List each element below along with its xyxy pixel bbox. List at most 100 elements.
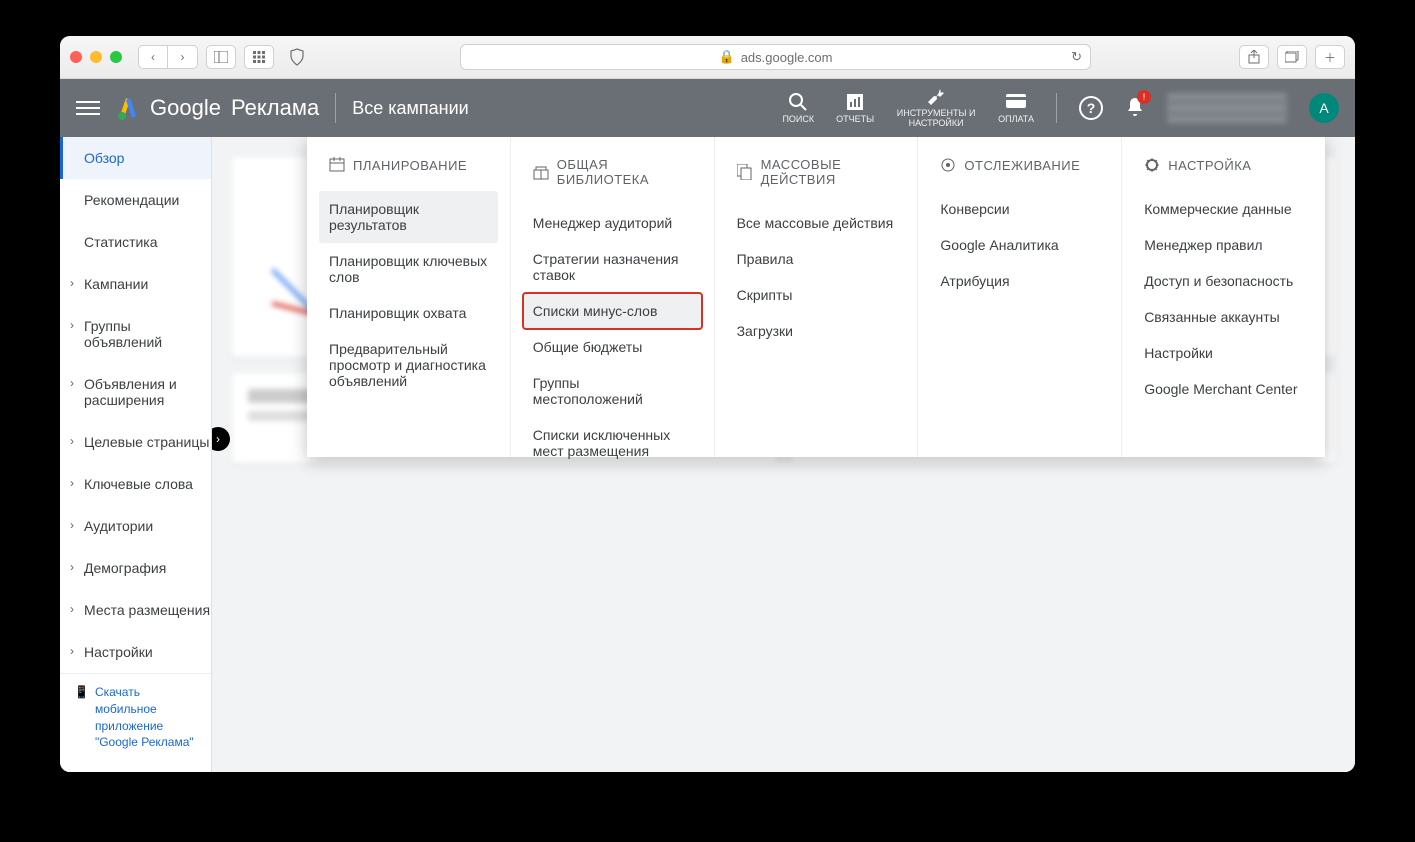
page-title: Все кампании <box>352 98 468 119</box>
maximize-window-button[interactable] <box>110 51 122 63</box>
mega-column-icon <box>940 157 956 173</box>
safari-toolbar: ‹ › 🔒 ads.google.com ↻ <box>60 36 1355 79</box>
header-tools: ПОИСК ОТЧЕТЫ ИНСТРУМЕНТЫ И НАСТРОЙКИ ОПЛ… <box>782 87 1339 129</box>
download-app-text: Скачать мобильное приложение "Google Рек… <box>95 684 197 751</box>
brand-logo[interactable]: Google Реклама <box>116 95 319 121</box>
sidebar-toggle-button[interactable] <box>206 45 236 69</box>
mega-column-icon <box>533 164 549 180</box>
mega-column-2: МАССОВЫЕ ДЕЙСТВИЯВсе массовые действияПр… <box>715 137 919 457</box>
mega-column-header: ОТСЛЕЖИВАНИЕ <box>930 157 1109 191</box>
sidebar-icon <box>214 51 228 63</box>
mega-column-header: МАССОВЫЕ ДЕЙСТВИЯ <box>727 157 906 205</box>
url-host: ads.google.com <box>741 50 833 65</box>
mega-item-2-3[interactable]: Загрузки <box>727 313 906 349</box>
close-window-button[interactable] <box>70 51 82 63</box>
divider <box>1056 93 1057 123</box>
account-avatar[interactable]: А <box>1309 93 1339 123</box>
sidebar-item-4[interactable]: Группы объявлений <box>60 305 211 363</box>
mega-item-0-3[interactable]: Предварительный просмотр и диагностика о… <box>319 331 498 399</box>
mega-column-header: ОБЩАЯ БИБЛИОТЕКА <box>523 157 702 205</box>
mega-item-0-0[interactable]: Планировщик результатов <box>319 191 498 243</box>
notification-badge: ! <box>1137 90 1151 104</box>
new-tab-button[interactable]: ＋ <box>1315 45 1345 69</box>
download-app-link[interactable]: 📱 Скачать мобильное приложение "Google Р… <box>60 673 211 761</box>
grid-apps-button[interactable] <box>244 45 274 69</box>
mega-item-1-3[interactable]: Общие бюджеты <box>523 329 702 365</box>
mega-column-icon <box>329 157 345 173</box>
mega-column-icon <box>737 164 753 180</box>
sidebar-item-8[interactable]: Аудитории <box>60 505 211 547</box>
mega-item-1-1[interactable]: Стратегии назначения ставок <box>523 241 702 293</box>
mega-item-4-1[interactable]: Менеджер правил <box>1134 227 1313 263</box>
window-controls <box>70 51 122 63</box>
mega-item-1-5[interactable]: Списки исключенных мест размещения <box>523 417 702 469</box>
lock-icon: 🔒 <box>719 49 735 65</box>
main-panel: › +21,5 % <box>212 137 1355 772</box>
mega-column-0: ПЛАНИРОВАНИЕПланировщик результатовПлани… <box>307 137 511 457</box>
mega-column-icon <box>1144 157 1160 173</box>
card-icon <box>1006 92 1026 112</box>
mega-item-3-1[interactable]: Google Аналитика <box>930 227 1109 263</box>
left-sidebar: ОбзорРекомендацииСтатистикаКампанииГрупп… <box>60 137 212 772</box>
grid-icon <box>253 51 265 63</box>
sidebar-item-6[interactable]: Целевые страницы <box>60 421 211 463</box>
mega-item-2-1[interactable]: Правила <box>727 241 906 277</box>
mega-item-2-0[interactable]: Все массовые действия <box>727 205 906 241</box>
sidebar-item-1[interactable]: Рекомендации <box>60 179 211 221</box>
tabs-button[interactable] <box>1277 45 1307 69</box>
phone-download-icon: 📱 <box>74 684 89 751</box>
browser-window: ‹ › 🔒 ads.google.com ↻ <box>60 36 1355 772</box>
help-button[interactable]: ? <box>1079 96 1103 120</box>
sidebar-item-7[interactable]: Ключевые слова <box>60 463 211 505</box>
mega-column-4: НАСТРОЙКАКоммерческие данныеМенеджер пра… <box>1122 137 1325 457</box>
mega-item-1-4[interactable]: Группы местоположений <box>523 365 702 417</box>
main-menu-button[interactable] <box>76 96 100 120</box>
share-button[interactable] <box>1239 45 1269 69</box>
mega-item-3-0[interactable]: Конверсии <box>930 191 1109 227</box>
mega-item-2-2[interactable]: Скрипты <box>727 277 906 313</box>
mega-item-0-2[interactable]: Планировщик охвата <box>319 295 498 331</box>
app-header: Google Реклама Все кампании ПОИСК ОТЧЕТЫ <box>60 79 1355 137</box>
tools-settings-tool[interactable]: ИНСТРУМЕНТЫ И НАСТРОЙКИ <box>896 87 976 129</box>
search-tool[interactable]: ПОИСК <box>782 92 814 124</box>
tools-mega-menu: ПЛАНИРОВАНИЕПланировщик результатовПлани… <box>307 137 1325 457</box>
wrench-icon <box>926 87 946 107</box>
sidebar-item-11[interactable]: Настройки <box>60 631 211 673</box>
billing-tool[interactable]: ОПЛАТА <box>998 92 1034 124</box>
mega-item-4-0[interactable]: Коммерческие данные <box>1134 191 1313 227</box>
divider <box>335 93 336 123</box>
sidebar-item-5[interactable]: Объявления и расширения <box>60 363 211 421</box>
mega-item-4-4[interactable]: Настройки <box>1134 335 1313 371</box>
google-ads-logo-icon <box>116 96 140 120</box>
sidebar-item-10[interactable]: Места размещения <box>60 589 211 631</box>
shield-icon <box>289 48 305 66</box>
mega-item-4-3[interactable]: Связанные аккаунты <box>1134 299 1313 335</box>
brand-reklama-text: Реклама <box>231 95 319 121</box>
share-icon <box>1248 50 1260 64</box>
bar-chart-icon <box>845 92 865 112</box>
mega-column-1: ОБЩАЯ БИБЛИОТЕКАМенеджер аудиторийСтрате… <box>511 137 715 457</box>
sidebar-item-2[interactable]: Статистика <box>60 221 211 263</box>
back-button[interactable]: ‹ <box>138 45 168 69</box>
notifications-button[interactable]: ! <box>1125 96 1145 121</box>
reload-icon[interactable]: ↻ <box>1071 49 1082 65</box>
account-info-blurred <box>1167 93 1287 123</box>
content-area: ОбзорРекомендацииСтатистикаКампанииГрупп… <box>60 137 1355 772</box>
sidebar-item-9[interactable]: Демография <box>60 547 211 589</box>
minimize-window-button[interactable] <box>90 51 102 63</box>
forward-button[interactable]: › <box>168 45 198 69</box>
search-icon <box>788 92 808 112</box>
sidebar-item-3[interactable]: Кампании <box>60 263 211 305</box>
mega-item-1-0[interactable]: Менеджер аудиторий <box>523 205 702 241</box>
url-bar[interactable]: 🔒 ads.google.com ↻ <box>460 44 1091 70</box>
mega-item-4-5[interactable]: Google Merchant Center <box>1134 371 1313 407</box>
mega-item-0-1[interactable]: Планировщик ключевых слов <box>319 243 498 295</box>
mega-column-header: ПЛАНИРОВАНИЕ <box>319 157 498 191</box>
reports-tool[interactable]: ОТЧЕТЫ <box>836 92 874 124</box>
mega-item-1-2[interactable]: Списки минус-слов <box>523 293 702 329</box>
sidebar-item-0[interactable]: Обзор <box>60 137 211 179</box>
privacy-shield-button[interactable] <box>282 45 312 69</box>
mega-item-4-2[interactable]: Доступ и безопасность <box>1134 263 1313 299</box>
mega-item-3-2[interactable]: Атрибуция <box>930 263 1109 299</box>
brand-google-text: Google <box>150 95 221 121</box>
